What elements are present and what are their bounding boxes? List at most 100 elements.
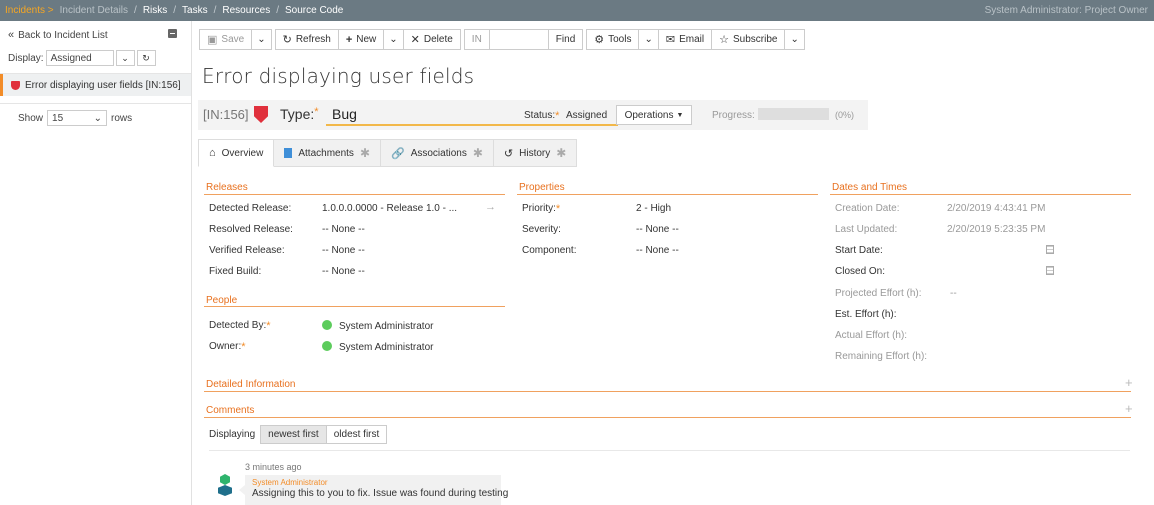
section-divider xyxy=(517,194,818,195)
new-dropdown-button[interactable]: ⌄ xyxy=(383,29,404,50)
resolved-release-value[interactable]: -- None -- xyxy=(322,224,365,235)
calendar-icon[interactable] xyxy=(1046,245,1054,254)
nav-incidents[interactable]: Incidents > xyxy=(5,5,54,16)
close-icon: ✕ xyxy=(410,34,420,46)
avatar-top-shape xyxy=(220,474,230,485)
resolved-release-label: Resolved Release: xyxy=(209,224,293,235)
operations-label: Operations xyxy=(624,109,674,121)
creation-date-label: Creation Date: xyxy=(835,203,900,214)
operations-button[interactable]: Operations ▼ xyxy=(616,105,692,125)
new-label: New xyxy=(356,34,377,45)
new-button[interactable]: + New xyxy=(337,29,385,50)
tab-history[interactable]: ↺ History ✱ xyxy=(493,139,578,167)
remaining-effort-label: Remaining Effort (h): xyxy=(835,351,928,362)
comments-heading[interactable]: Comments xyxy=(206,405,254,416)
nav-separator: / xyxy=(276,5,279,16)
comment-text: Assigning this to you to fix. Issue was … xyxy=(252,488,509,499)
chevron-down-icon: ⌄ xyxy=(389,34,398,45)
save-dropdown-button[interactable]: ⌄ xyxy=(251,29,272,50)
severity-value[interactable]: -- None -- xyxy=(636,224,679,235)
nav-separator: / xyxy=(134,5,137,16)
est-effort-label: Est. Effort (h): xyxy=(835,309,897,320)
component-value[interactable]: -- None -- xyxy=(636,245,679,256)
incident-id: [IN:156] xyxy=(203,107,249,122)
required-marker: * xyxy=(314,106,319,118)
find-button[interactable]: Find xyxy=(547,29,584,50)
detected-release-value[interactable]: 1.0.0.0.0000 - Release 1.0 - ... xyxy=(322,203,457,214)
caret-down-icon: ▼ xyxy=(676,111,684,119)
priority-label: Priority:* xyxy=(522,203,560,215)
progress-bar xyxy=(758,108,829,120)
current-user[interactable]: System Administrator: Project Owner xyxy=(985,5,1148,16)
save-button[interactable]: ▣ Save xyxy=(199,29,253,50)
email-label: Email xyxy=(679,34,705,45)
chevron-down-icon: ⌄ xyxy=(93,112,103,124)
expand-icon[interactable]: + xyxy=(1125,375,1133,390)
priority-value[interactable]: 2 - High xyxy=(636,203,671,214)
creation-date-value: 2/20/2019 4:43:41 PM xyxy=(947,203,1046,214)
online-status-icon xyxy=(322,341,332,351)
chevron-down-icon: ⌄ xyxy=(257,34,266,45)
show-label: Show xyxy=(18,112,44,124)
newest-first-button[interactable]: newest first xyxy=(260,425,327,444)
sidebar-incident-item[interactable]: Error displaying user fields [IN:156] xyxy=(0,74,191,96)
find-id-input[interactable] xyxy=(488,29,549,50)
section-divider xyxy=(204,306,505,307)
tab-bar: ⌂ Overview Attachments ✱ 🔗 Associations … xyxy=(198,139,578,167)
subscribe-button[interactable]: ☆ Subscribe xyxy=(711,29,786,50)
online-status-icon xyxy=(322,320,332,330)
toolbar: ▣ Save ⌄ ↻ Refresh + New ⌄ ✕ Delete IN F… xyxy=(199,29,805,50)
last-updated-value: 2/20/2019 5:23:35 PM xyxy=(947,224,1046,235)
verified-release-value[interactable]: -- None -- xyxy=(322,245,365,256)
oldest-first-button[interactable]: oldest first xyxy=(325,425,388,444)
nav-source-code[interactable]: Source Code xyxy=(285,5,343,16)
owner-value[interactable]: System Administrator xyxy=(322,341,433,353)
fixed-build-value[interactable]: -- None -- xyxy=(322,266,365,277)
tab-associations[interactable]: 🔗 Associations ✱ xyxy=(381,139,494,167)
home-icon: ⌂ xyxy=(209,147,216,159)
progress-label: Progress: xyxy=(712,110,755,121)
people-heading: People xyxy=(206,295,238,306)
releases-heading: Releases xyxy=(206,182,248,193)
comment-author[interactable]: System Administrator xyxy=(252,478,494,487)
delete-button[interactable]: ✕ Delete xyxy=(402,29,461,50)
type-value: Bug xyxy=(332,106,357,122)
dates-heading: Dates and Times xyxy=(832,182,908,193)
comment-timestamp: 3 minutes ago xyxy=(245,462,302,472)
subscribe-dropdown-button[interactable]: ⌄ xyxy=(784,29,805,50)
arrow-right-icon[interactable]: → xyxy=(485,201,496,213)
nav-resources[interactable]: Resources xyxy=(222,5,270,16)
detailed-information-heading[interactable]: Detailed Information xyxy=(206,379,296,390)
detected-by-value[interactable]: System Administrator xyxy=(322,320,433,332)
back-to-list-link[interactable]: « Back to Incident List xyxy=(8,29,108,41)
display-select[interactable]: Assigned xyxy=(45,50,114,66)
tab-attachments[interactable]: Attachments ✱ xyxy=(274,139,381,167)
calendar-icon[interactable] xyxy=(1046,266,1054,275)
expand-icon[interactable]: + xyxy=(1125,401,1133,416)
refresh-icon[interactable]: ↻ xyxy=(136,50,156,66)
comment-bubble: System Administrator Assigning this to y… xyxy=(239,475,509,505)
rows-select[interactable]: 15 ⌄ xyxy=(47,110,108,126)
chevron-down-icon: ⌄ xyxy=(644,34,653,45)
start-date-label: Start Date: xyxy=(835,245,883,256)
asterisk-icon: ✱ xyxy=(472,146,483,160)
nav-tasks[interactable]: Tasks xyxy=(182,5,208,16)
tab-overview[interactable]: ⌂ Overview xyxy=(198,139,275,167)
nav-risks[interactable]: Risks xyxy=(143,5,167,16)
rows-label: rows xyxy=(111,112,133,124)
tools-dropdown-button[interactable]: ⌄ xyxy=(638,29,659,50)
tab-label: Overview xyxy=(221,147,264,159)
tab-label: Attachments xyxy=(298,147,354,159)
required-marker: * xyxy=(241,341,246,353)
tools-button[interactable]: ⚙ Tools xyxy=(586,29,640,50)
section-divider xyxy=(830,194,1131,195)
actual-effort-label: Actual Effort (h): xyxy=(835,330,908,341)
refresh-button[interactable]: ↻ Refresh xyxy=(274,29,339,50)
chevron-down-icon[interactable]: ⌄ xyxy=(115,50,135,66)
projected-effort-label: Projected Effort (h): xyxy=(835,288,922,299)
status-label-text: Status: xyxy=(524,110,556,121)
nav-incident-details[interactable]: Incident Details xyxy=(60,5,128,16)
nav-separator: / xyxy=(173,5,177,16)
email-button[interactable]: ✉ Email xyxy=(657,29,713,50)
collapse-sidebar-icon[interactable] xyxy=(168,29,177,38)
